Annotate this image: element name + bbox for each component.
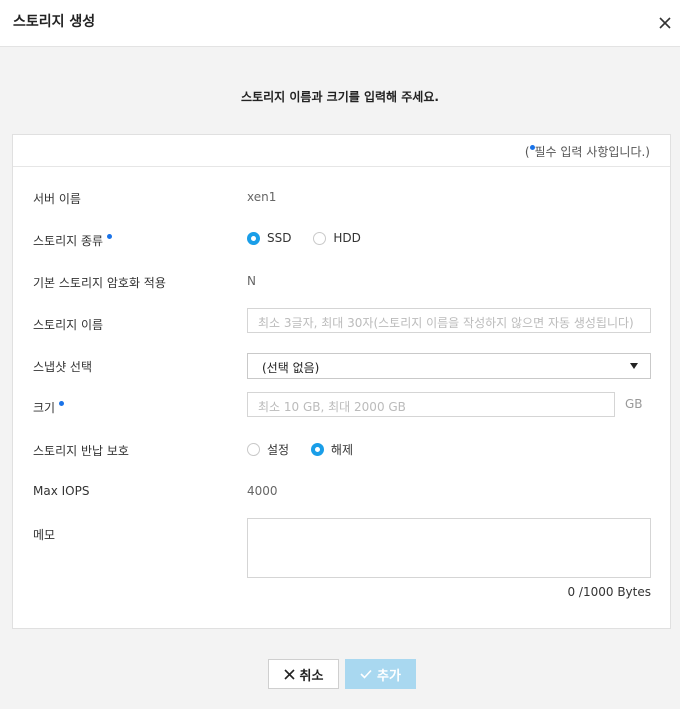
radio-protect-on[interactable]: 설정 [247,441,289,458]
required-note-text: 필수 입력 사항입니다.) [534,145,651,159]
snapshot-select-value: (선택 없음) [262,361,320,375]
storage-name-label: 스토리지 이름 [33,318,104,332]
size-input[interactable]: 최소 10 GB, 최대 2000 GB [247,392,615,417]
return-protection-label: 스토리지 반납 보호 [33,444,129,458]
memo-label: 메모 [33,528,56,542]
radio-protect-on-label: 설정 [267,443,290,457]
encryption-value: N [247,274,256,288]
required-dot-icon [58,401,64,406]
radio-protect-off[interactable]: 해제 [310,441,354,458]
size-label-text: 크기 [33,401,56,415]
storage-type-radio-group: SSD HDD [247,231,379,248]
server-name-label: 서버 이름 [33,192,81,206]
radio-protect-off-label: 해제 [330,443,354,457]
storage-name-input[interactable]: 최소 3글자, 최대 30자(스토리지 이름을 작성하지 않으면 자동 생성됩니… [247,308,651,333]
add-button[interactable]: 추가 [345,659,416,689]
cancel-button-label: 취소 [299,668,324,684]
add-button-label: 추가 [377,668,401,684]
radio-hdd[interactable]: HDD [313,231,361,245]
snapshot-select[interactable]: (선택 없음) [247,353,651,379]
radio-protect-off-circle[interactable] [310,443,324,456]
dialog-header: 스토리지 생성 [0,0,680,47]
x-icon [283,668,295,680]
radio-ssd-label: SSD [267,231,292,245]
snapshot-label: 스냅샷 선택 [33,360,93,374]
check-icon [360,669,372,679]
max-iops-value: 4000 [247,484,278,498]
required-dot-icon [106,234,112,239]
storage-type-label: 스토리지 종류 [33,232,112,249]
radio-protect-on-circle[interactable] [247,443,260,456]
memo-textarea[interactable] [247,518,651,578]
caret-down-icon [630,363,638,369]
dialog-title: 스토리지 생성 [13,14,96,30]
required-note-open: ( [524,145,530,159]
server-name-value: xen1 [247,190,277,204]
storage-type-label-text: 스토리지 종류 [33,234,104,248]
max-iops-label: Max IOPS [33,484,90,498]
encryption-label: 기본 스토리지 암호화 적용 [33,276,166,290]
memo-byte-counter: 0 /1000 Bytes [567,585,651,599]
radio-hdd-label: HDD [333,231,361,245]
radio-ssd-circle[interactable] [247,231,260,245]
size-label: 크기 [33,399,64,416]
required-note: ( 필수 입력 사항입니다.) [525,143,650,160]
radio-ssd[interactable]: SSD [247,231,291,245]
cancel-button[interactable]: 취소 [268,659,339,689]
radio-hdd-circle[interactable] [313,231,327,245]
close-icon[interactable] [655,13,675,33]
size-unit: GB [625,397,643,411]
divider [13,166,670,167]
dialog-subtitle: 스토리지 이름과 크기를 입력해 주세요. [241,90,439,104]
return-protection-radio-group: 설정 해제 [247,441,371,459]
